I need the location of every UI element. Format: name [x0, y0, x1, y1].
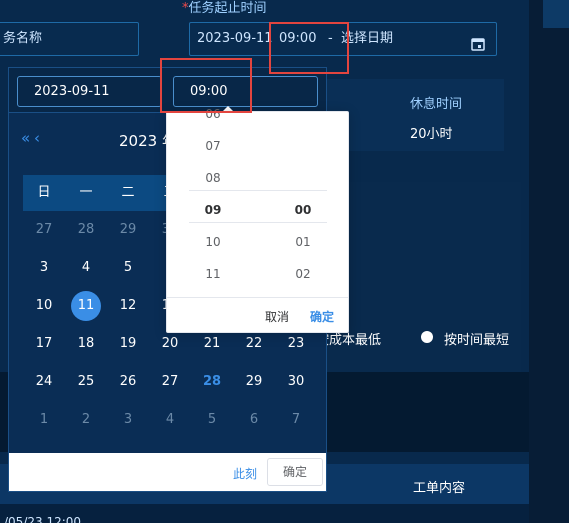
radio-time-shortest[interactable]: [421, 331, 433, 343]
picker-confirm-label: 确定: [282, 465, 307, 479]
prev-year-button[interactable]: «: [21, 129, 30, 147]
calendar-day-cell[interactable]: 23: [281, 329, 311, 359]
minute-option[interactable]: 02: [273, 258, 333, 290]
calendar-day-cell[interactable]: 29: [239, 367, 269, 397]
calendar-day-cell[interactable]: 29: [113, 215, 143, 245]
hour-option[interactable]: 10: [183, 226, 243, 258]
picker-footer: 此刻 确定: [9, 453, 326, 491]
task-period-text: 任务起止时间: [188, 1, 267, 16]
rest-time-label: 休息时间: [410, 97, 463, 112]
task-name-field[interactable]: 务名称: [0, 22, 139, 56]
calendar-day-cell[interactable]: 2: [71, 405, 101, 435]
time-cancel-button[interactable]: 取消: [265, 307, 289, 327]
calendar-day-cell[interactable]: 20: [155, 329, 185, 359]
calendar-day-cell[interactable]: 24: [29, 367, 59, 397]
calendar-day-cell[interactable]: 30: [281, 367, 311, 397]
highlight-box-picker-time: [160, 58, 252, 113]
rest-time-value: 20小时: [410, 127, 453, 142]
calendar-day-cell[interactable]: 3: [113, 405, 143, 435]
selection-line-top: [189, 190, 327, 191]
calendar-day-cell[interactable]: 7: [281, 405, 311, 435]
calendar-day-cell[interactable]: 4: [155, 405, 185, 435]
hour-option[interactable]: 11: [183, 258, 243, 290]
weekday-tue: 二: [121, 185, 135, 200]
workorder-column-header: 工单内容: [413, 481, 466, 496]
calendar-day-cell[interactable]: 18: [71, 329, 101, 359]
calendar-day-cell[interactable]: 1: [29, 405, 59, 435]
weekday-mon: 一: [79, 185, 93, 200]
calendar-day-cell[interactable]: 27: [155, 367, 185, 397]
calendar-day-cell[interactable]: 28: [197, 367, 227, 397]
calendar-day-cell[interactable]: 19: [113, 329, 143, 359]
time-panel-divider: [167, 297, 348, 298]
time-spinner-panel: 06 07 08 09 10 11 00 01 02 取消 确定: [166, 107, 349, 333]
calendar-day-cell[interactable]: 10: [29, 291, 59, 321]
right-scroll-strip: [529, 0, 569, 523]
task-period-label: *任务起止时间: [182, 0, 267, 16]
selection-line-bottom: [189, 222, 327, 223]
calendar-icon[interactable]: [471, 32, 485, 51]
calendar-day-cell[interactable]: 21: [197, 329, 227, 359]
calendar-day-cell[interactable]: 5: [113, 253, 143, 283]
time-ok-button[interactable]: 确定: [310, 307, 334, 327]
task-name-placeholder: 务名称: [3, 31, 43, 46]
picker-confirm-button[interactable]: 确定: [267, 458, 323, 486]
now-button[interactable]: 此刻: [233, 465, 257, 482]
scroll-handle[interactable]: [543, 0, 569, 28]
prev-month-button[interactable]: ‹: [34, 129, 40, 147]
calendar-day-cell[interactable]: 5: [197, 405, 227, 435]
calendar-day-cell[interactable]: 22: [239, 329, 269, 359]
calendar-day-cell[interactable]: 25: [71, 367, 101, 397]
row-date-text: /05/23 12:00: [4, 515, 82, 523]
calendar-day-cell[interactable]: 11: [71, 291, 101, 321]
calendar-day-cell[interactable]: 27: [29, 215, 59, 245]
calendar-day-cell[interactable]: 3: [29, 253, 59, 283]
minute-option[interactable]: 01: [273, 226, 333, 258]
calendar-day-cell[interactable]: 26: [113, 367, 143, 397]
calendar-day-cell[interactable]: 6: [239, 405, 269, 435]
calendar-day-cell[interactable]: 17: [29, 329, 59, 359]
highlight-box-range-time: [269, 22, 349, 74]
range-start-date: 2023-09-11: [197, 31, 273, 46]
weekday-sun: 日: [37, 185, 51, 200]
calendar-day-cell[interactable]: 12: [113, 291, 143, 321]
calendar-day-cell[interactable]: 28: [71, 215, 101, 245]
radio-time-label: 按时间最短: [444, 333, 510, 348]
calendar-day-cell[interactable]: 4: [71, 253, 101, 283]
hour-option[interactable]: 07: [183, 130, 243, 162]
picker-date-input[interactable]: 2023-09-11: [17, 76, 162, 107]
